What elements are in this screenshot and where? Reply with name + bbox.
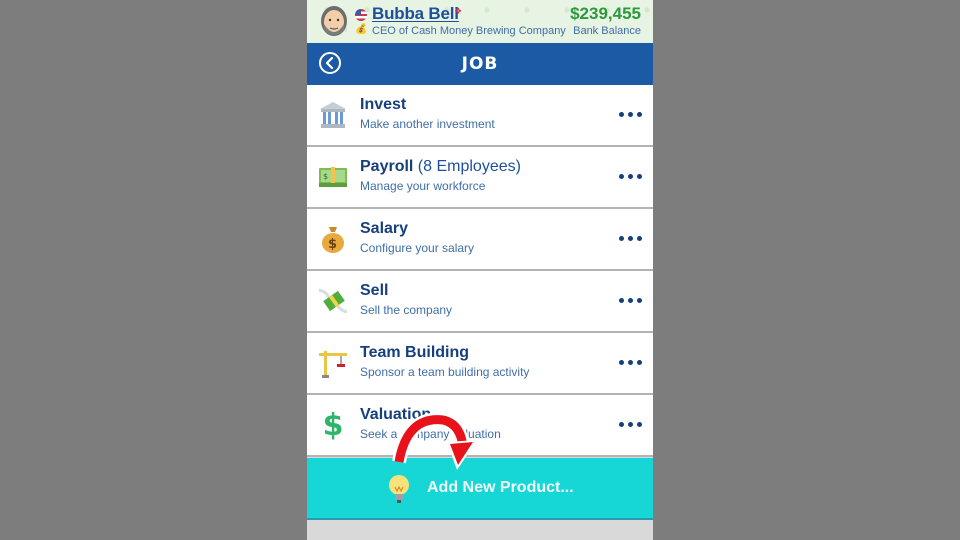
money-bag-icon: $: [317, 223, 349, 255]
item-title: Team Building: [360, 344, 470, 361]
more-options-button[interactable]: [619, 107, 643, 121]
add-new-product-button[interactable]: Add New Product...: [307, 458, 653, 520]
job-options-list: Invest Make another investment $ Payroll…: [307, 85, 653, 457]
item-title: Payroll (8 Employees): [360, 158, 521, 175]
more-options-button[interactable]: [619, 417, 643, 431]
player-header: Bubba Bell ❖ 💰 CEO of Cash Money Brewing…: [307, 0, 653, 43]
svg-text:$: $: [328, 237, 337, 252]
item-title: Invest: [360, 96, 407, 113]
more-options-button[interactable]: [619, 293, 643, 307]
bank-icon: [317, 99, 349, 131]
item-title: Sell: [360, 282, 389, 299]
nav-bar: JOB: [307, 43, 653, 85]
avatar[interactable]: [319, 4, 349, 38]
player-name[interactable]: Bubba Bell: [372, 4, 459, 24]
svg-text:$: $: [323, 172, 328, 181]
more-options-button[interactable]: [619, 355, 643, 369]
item-subtitle: Sponsor a team building activity: [360, 365, 530, 379]
list-item-invest[interactable]: Invest Make another investment: [307, 85, 653, 147]
page-title: JOB: [461, 54, 499, 74]
crane-icon: [317, 347, 349, 379]
money-with-wings-icon: [317, 285, 349, 317]
job-title: CEO of Cash Money Brewing Company: [372, 25, 566, 37]
list-item-valuation[interactable]: $ Valuation Seek a company valuation: [307, 395, 653, 457]
list-item-payroll[interactable]: $ Payroll (8 Employees) Manage your work…: [307, 147, 653, 209]
more-options-button[interactable]: [619, 169, 643, 183]
list-item-salary[interactable]: $ Salary Configure your salary: [307, 209, 653, 271]
item-subtitle: Configure your salary: [360, 241, 475, 255]
item-subtitle: Make another investment: [360, 117, 495, 131]
red-curved-arrow-icon: [387, 412, 477, 483]
more-options-button[interactable]: [619, 231, 643, 245]
dollar-sign-icon: $: [322, 407, 344, 443]
item-subtitle: Manage your workforce: [360, 179, 486, 193]
bank-balance: $239,455: [570, 4, 641, 23]
list-item-sell[interactable]: Sell Sell the company: [307, 271, 653, 333]
us-flag-icon: [355, 9, 367, 21]
item-title: Salary: [360, 220, 409, 237]
ribbon-badge-icon: ❖: [454, 6, 463, 16]
item-subtitle: Sell the company: [360, 303, 453, 317]
list-item-team-building[interactable]: Team Building Sponsor a team building ac…: [307, 333, 653, 395]
phone-screen: Bubba Bell ❖ 💰 CEO of Cash Money Brewing…: [307, 0, 653, 540]
banknote-icon: $: [317, 161, 349, 193]
employee-count: (8 Employees): [413, 158, 521, 175]
bank-balance-label: Bank Balance: [573, 25, 641, 37]
money-bag-icon: 💰: [355, 24, 368, 35]
